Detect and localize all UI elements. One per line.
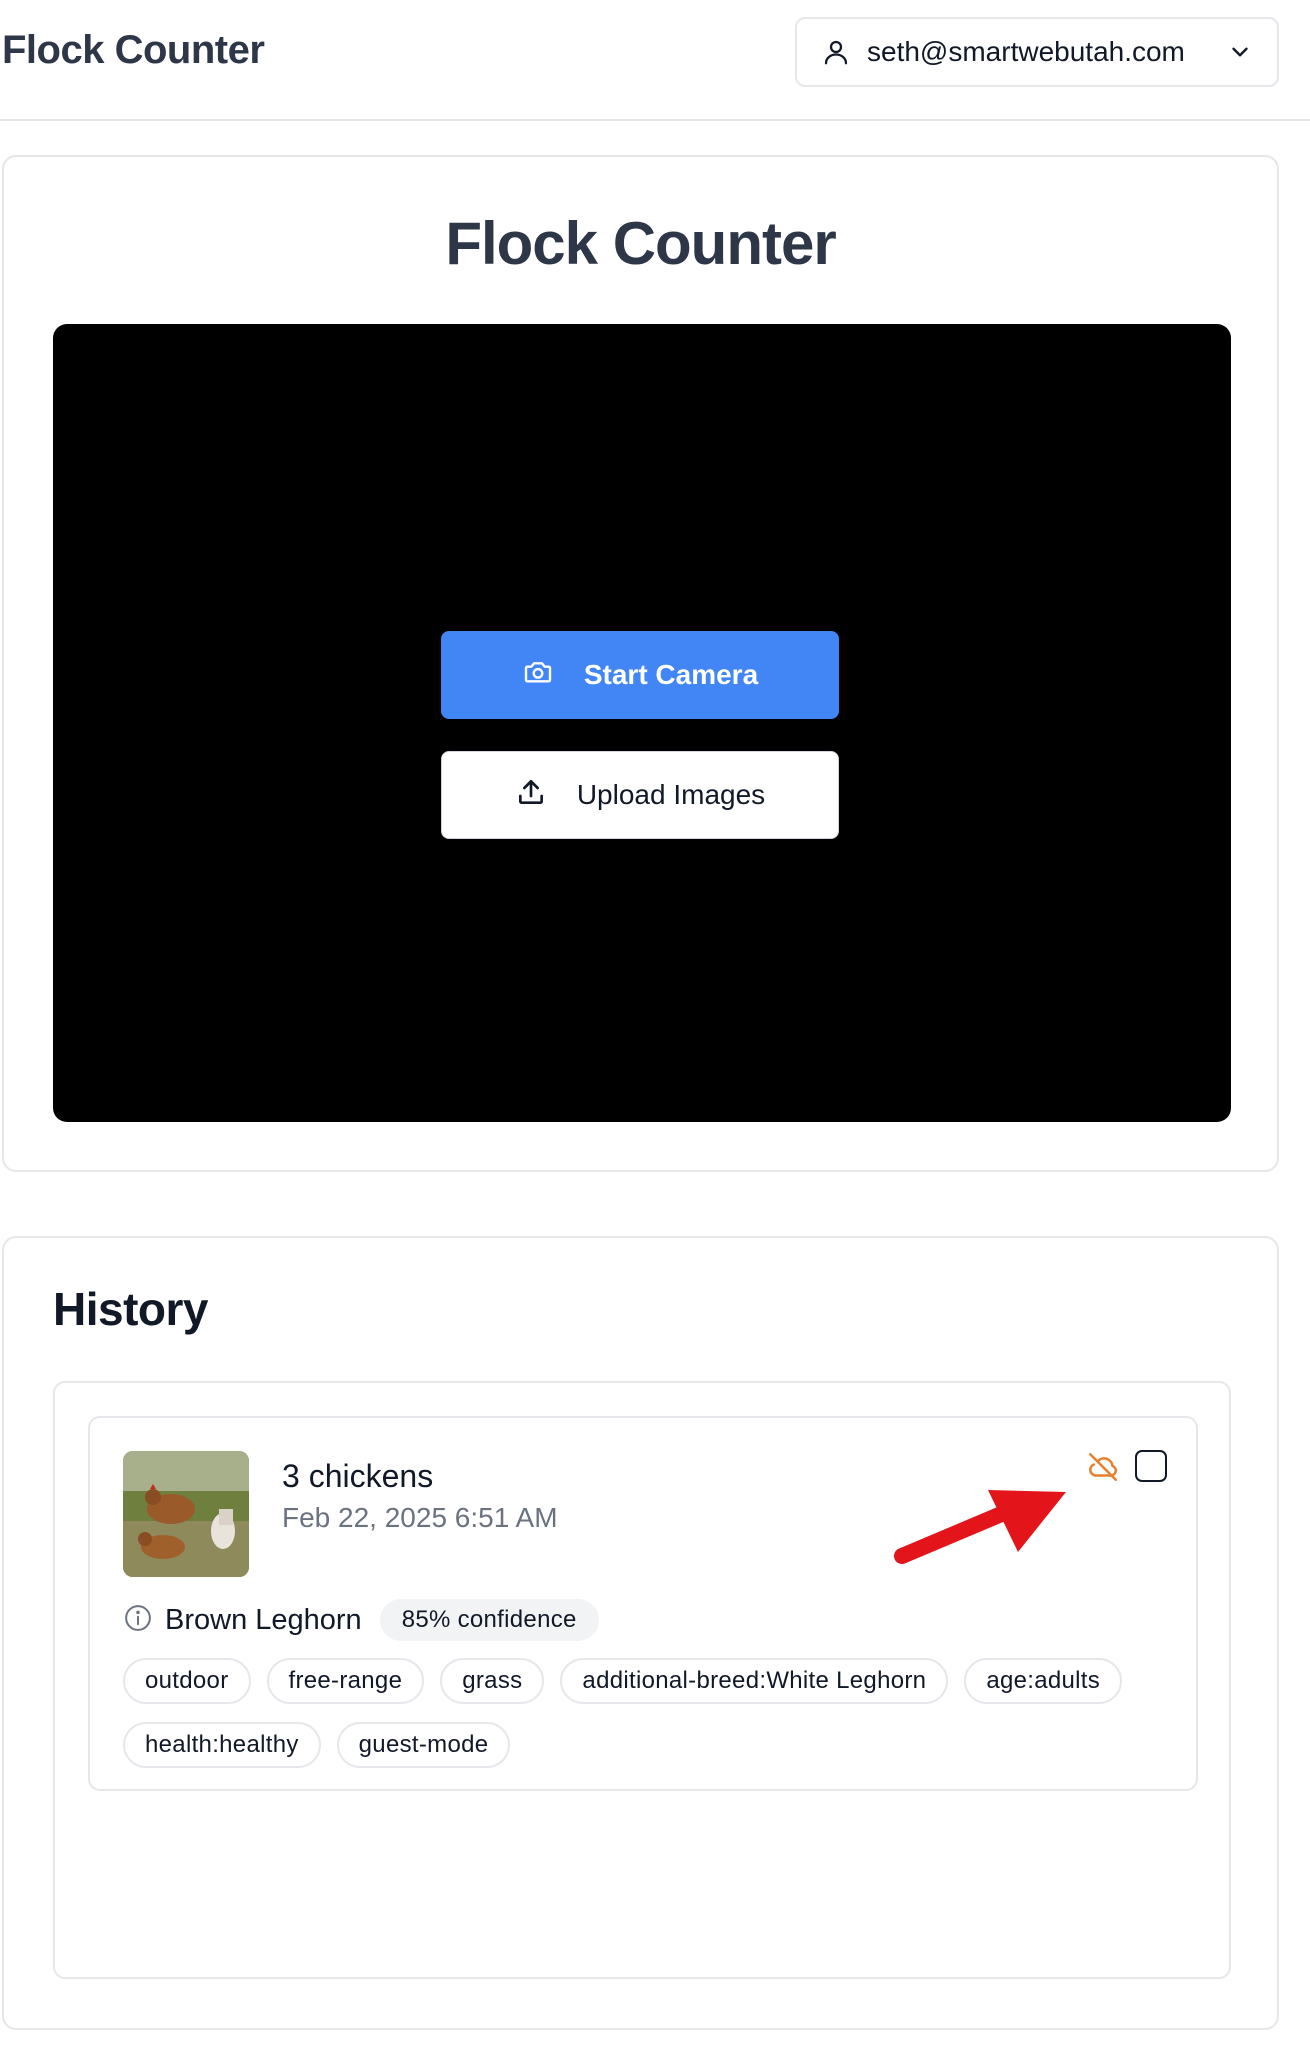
tag-health[interactable]: health:healthy <box>123 1722 321 1768</box>
page: Flock Counter seth@smartwebutah.com Floc… <box>0 0 1310 2060</box>
cloud-off-icon[interactable] <box>1086 1450 1120 1489</box>
user-menu-button[interactable]: seth@smartwebutah.com <box>795 17 1279 87</box>
top-header: Flock Counter seth@smartwebutah.com <box>0 0 1310 121</box>
upload-icon <box>515 776 547 815</box>
history-item[interactable]: 3 chickens Feb 22, 2025 6:51 AM Brown Le… <box>88 1416 1198 1791</box>
app-title: Flock Counter <box>2 28 265 72</box>
camera-icon <box>522 656 554 695</box>
start-camera-button[interactable]: Start Camera <box>441 631 839 719</box>
info-icon[interactable] <box>123 1603 153 1638</box>
breed-row: Brown Leghorn 85% confidence <box>123 1598 599 1642</box>
upload-images-button[interactable]: Upload Images <box>441 751 839 839</box>
tag-additional-breed[interactable]: additional-breed:White Leghorn <box>560 1658 949 1704</box>
tag-guest-mode[interactable]: guest-mode <box>336 1722 511 1768</box>
tag-outdoor[interactable]: outdoor <box>123 1658 251 1704</box>
history-title: History <box>53 1283 208 1335</box>
page-title: Flock Counter <box>445 210 836 277</box>
tag-grass[interactable]: grass <box>440 1658 545 1704</box>
camera-card: Flock Counter Start Camera Upload Images <box>2 155 1279 1172</box>
tag-age[interactable]: age:adults <box>964 1658 1123 1704</box>
history-list: 3 chickens Feb 22, 2025 6:51 AM Brown Le… <box>53 1381 1231 1979</box>
chevron-down-icon <box>1227 39 1253 65</box>
annotation-arrow-icon <box>890 1478 1070 1573</box>
user-icon <box>821 37 851 67</box>
camera-preview: Start Camera Upload Images <box>53 324 1231 1122</box>
history-card: History 3 chickens Feb 22, 2025 6:51 AM … <box>2 1236 1279 2030</box>
upload-images-label: Upload Images <box>576 779 766 810</box>
user-email: seth@smartwebutah.com <box>867 36 1185 67</box>
confidence-badge: 85% confidence <box>379 1599 599 1641</box>
history-timestamp: Feb 22, 2025 6:51 AM <box>282 1502 558 1533</box>
history-thumbnail[interactable] <box>123 1451 249 1577</box>
chicken-count: 3 chickens <box>282 1458 434 1494</box>
tag-list: outdoor free-range grass additional-bree… <box>123 1658 1123 1768</box>
breed-name: Brown Leghorn <box>165 1603 362 1636</box>
tag-free-range[interactable]: free-range <box>266 1658 425 1704</box>
start-camera-label: Start Camera <box>583 659 759 690</box>
select-checkbox[interactable] <box>1135 1450 1167 1482</box>
